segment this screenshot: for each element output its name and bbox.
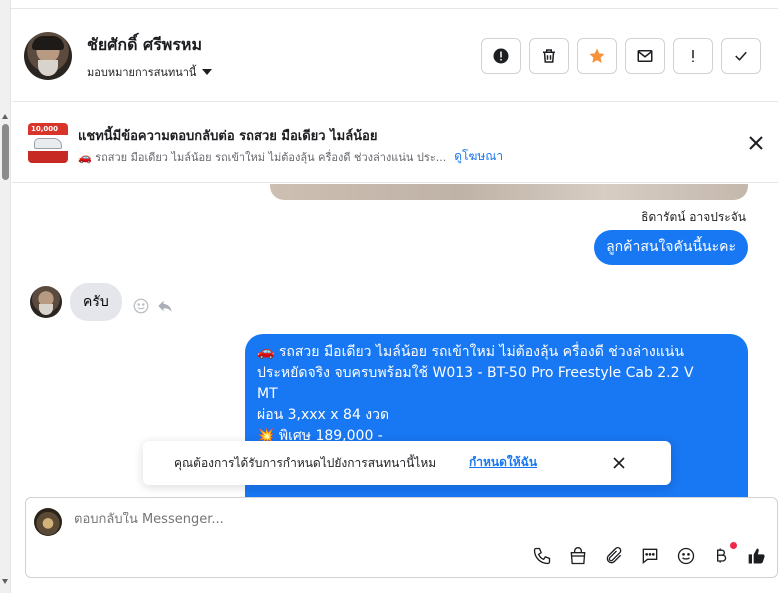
scrollbar[interactable] — [0, 0, 11, 593]
ad-thumb-price: 10,000 — [31, 125, 59, 133]
conversation-header: ชัยศักดิ์ ศรีพรหม มอบหมายการสนทนานี้ — [12, 9, 778, 102]
payment-button[interactable] — [710, 545, 732, 567]
page-avatar — [34, 508, 62, 536]
reply-composer — [25, 497, 778, 578]
paperclip-icon — [606, 546, 622, 564]
ad-subtitle-row: 🚗 รถสวย มือเดียว ไมล์น้อย รถเข้าใหม่ ไม่… — [78, 147, 503, 166]
mark-done-button[interactable] — [721, 38, 761, 74]
ad-context-bar: 10,000 แชทนี้มีข้อความตอบกลับต่อ รถสวย ม… — [12, 103, 778, 183]
outgoing-message[interactable]: ลูกค้าสนใจคันนี้นะคะ — [594, 230, 748, 265]
phone-icon — [533, 547, 551, 565]
delete-button[interactable] — [529, 38, 569, 74]
shopping-bag-icon — [570, 547, 586, 565]
assign-to-me-link[interactable]: กำหนดให้ฉัน — [469, 453, 537, 472]
mail-icon — [637, 50, 653, 62]
reply-icon[interactable] — [156, 297, 174, 315]
attach-button[interactable] — [603, 545, 625, 567]
emoji-button[interactable] — [675, 545, 697, 567]
close-icon[interactable] — [611, 455, 627, 471]
notification-dot — [730, 542, 737, 549]
close-icon[interactable] — [748, 135, 764, 151]
smiley-icon — [677, 547, 695, 565]
image-attachment[interactable] — [270, 184, 748, 200]
star-icon — [589, 48, 605, 63]
shop-button[interactable] — [567, 545, 589, 567]
check-icon — [735, 51, 747, 61]
thumbs-up-icon — [748, 548, 765, 564]
scrollbar-thumb[interactable] — [2, 124, 9, 180]
message-line: MT — [257, 386, 278, 402]
view-ad-link[interactable]: ดูโฆษณา — [454, 147, 503, 166]
message-line: ผ่อน 3,xxx x 84 งวด — [257, 407, 390, 423]
smiley-icon[interactable] — [132, 297, 150, 315]
avatar[interactable] — [24, 32, 72, 80]
messenger-conversation-panel: ชัยศักดิ์ ศรีพรหม มอบหมายการสนทนานี้ 10,… — [0, 0, 778, 593]
incoming-message[interactable]: ครับ — [70, 283, 122, 321]
message-line: ประหยัดจริง จบครบพร้อมใช้ W013 - BT-50 P… — [257, 365, 694, 381]
reply-input[interactable] — [74, 512, 674, 527]
assign-dropdown[interactable]: มอบหมายการสนทนานี้ — [87, 63, 213, 81]
sender-name: ธิดารัตน์ อาจประจัน — [641, 210, 746, 224]
baht-icon — [717, 548, 727, 563]
report-button[interactable] — [481, 38, 521, 74]
message-line: 🚗 รถสวย มือเดียว ไมล์น้อย รถเข้าใหม่ ไม่… — [257, 344, 684, 360]
like-button[interactable] — [746, 545, 768, 567]
mark-unread-button[interactable] — [625, 38, 665, 74]
ad-title: แชทนี้มีข้อความตอบกลับต่อ รถสวย มือเดียว… — [78, 129, 378, 144]
star-button[interactable] — [577, 38, 617, 74]
scroll-down-arrow[interactable] — [2, 579, 8, 584]
flag-button[interactable] — [673, 38, 713, 74]
call-button[interactable] — [531, 545, 553, 567]
ad-subtitle: 🚗 รถสวย มือเดียว ไมล์น้อย รถเข้าใหม่ ไม่… — [78, 150, 447, 164]
contact-name[interactable]: ชัยศักดิ์ ศรีพรหม — [87, 33, 202, 58]
chat-bubble-icon — [642, 548, 658, 565]
report-icon — [493, 48, 509, 64]
saved-replies-button[interactable] — [639, 545, 661, 567]
ad-thumbnail[interactable]: 10,000 — [28, 123, 68, 163]
avatar[interactable] — [30, 286, 62, 318]
exclamation-icon — [692, 50, 694, 62]
toast-text: คุณต้องการได้รับการกำหนดไปยังการสนทนานี้… — [174, 456, 437, 470]
scroll-up-arrow[interactable] — [2, 114, 8, 119]
assign-label: มอบหมายการสนทนานี้ — [87, 66, 197, 79]
assign-prompt-toast: คุณต้องการได้รับการกำหนดไปยังการสนทนานี้… — [143, 441, 671, 485]
trash-icon — [543, 49, 555, 63]
chevron-down-icon — [202, 69, 213, 75]
